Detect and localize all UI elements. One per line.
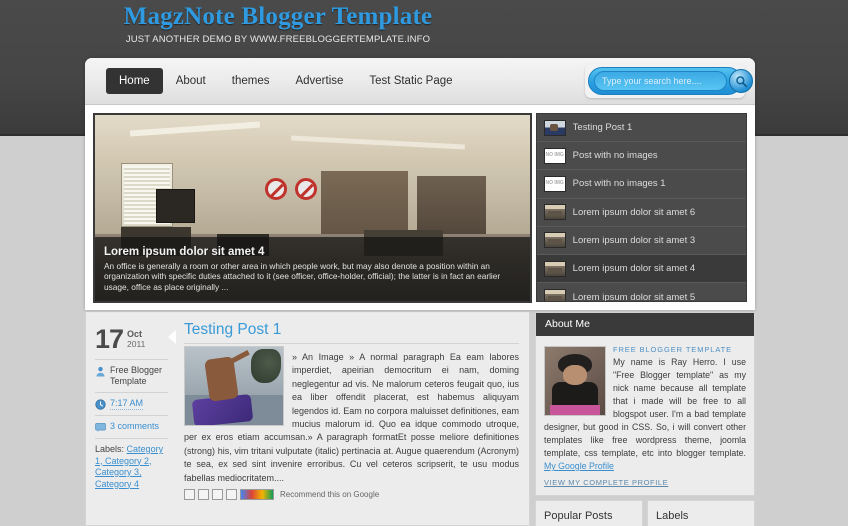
slider-item-1[interactable]: NO IMG Post with no images	[536, 142, 746, 171]
post-article: 17 Oct 2011 Free Blogger Template 7:17 A…	[85, 312, 530, 526]
post-labels: Labels: Category 1, Category 2, Category…	[95, 439, 168, 490]
labels-prefix: Labels:	[95, 444, 125, 454]
slider-item-2[interactable]: NO IMG Post with no images 1	[536, 170, 746, 199]
comment-icon	[95, 423, 106, 433]
clock-icon	[95, 399, 106, 410]
facebook-share-icon[interactable]	[226, 489, 237, 501]
featured-excerpt: An office is generally a room or other a…	[104, 260, 501, 292]
post-year: 2011	[127, 339, 146, 349]
slider-thumbnail	[543, 232, 566, 249]
slider-item-6[interactable]: Lorem ipsum dolor sit amet 5	[537, 283, 746, 302]
no-image-icon: NO IMG	[545, 152, 564, 159]
slider-thumbnail	[543, 289, 566, 301]
slider-thumbnail	[543, 119, 566, 136]
search-input[interactable]	[594, 71, 727, 91]
search-box	[585, 64, 753, 98]
nav-item-advertise[interactable]: Advertise	[282, 68, 356, 94]
post-comments-row: 3 comments	[95, 416, 168, 439]
post-title[interactable]: Testing Post 1	[184, 320, 519, 344]
popular-posts-heading: Popular Posts	[544, 509, 634, 526]
content-area: 17 Oct 2011 Free Blogger Template 7:17 A…	[85, 312, 755, 526]
twitter-share-icon[interactable]	[212, 489, 223, 501]
slider-item-label: Post with no images 1	[572, 178, 666, 190]
post-date-badge: 17 Oct 2011	[95, 326, 168, 360]
about-me-heading: About Me	[536, 313, 754, 336]
post-share-row: Recommend this on Google	[184, 485, 519, 501]
post-thumbnail-image	[184, 346, 284, 426]
nav-item-about[interactable]: About	[163, 68, 219, 94]
post-month-year: Oct 2011	[127, 326, 145, 349]
site-branding: MagzNote Blogger Template JUST ANOTHER D…	[88, 2, 468, 46]
post-time-row: 7:17 AM	[95, 393, 168, 416]
slider-thumbnail-placeholder: NO IMG	[543, 147, 566, 164]
search-inner	[588, 67, 753, 95]
no-image-icon: NO IMG	[545, 180, 564, 187]
slider-item-label: Post with no images	[572, 150, 658, 162]
slider-item-0[interactable]: Testing Post 1	[536, 114, 746, 143]
nav-item-home[interactable]: Home	[106, 68, 163, 94]
site-title: MagzNote Blogger Template	[123, 3, 433, 30]
slider-item-list: Testing Post 1 NO IMG Post with no image…	[535, 113, 747, 302]
post-day: 17	[95, 324, 124, 354]
blog-share-icon[interactable]	[198, 489, 209, 501]
slider-item-5-active[interactable]: Lorem ipsum dolor sit amet 4	[536, 254, 746, 284]
post-body: Testing Post 1 » An Image » A normal par…	[168, 320, 529, 525]
about-me-widget: About Me FREE BLOGGER TEMPLATE My name i…	[535, 312, 755, 496]
slider-thumbnail	[543, 260, 566, 277]
search-button[interactable]	[729, 69, 753, 93]
site-description: JUST ANOTHER DEMO BY WWW.FREEBLOGGERTEMP…	[125, 34, 431, 45]
post-author-row: Free Blogger Template	[95, 360, 168, 393]
about-me-body: FREE BLOGGER TEMPLATE My name is Ray Her…	[536, 336, 754, 495]
slider-item-label: Lorem ipsum dolor sit amet 5	[572, 291, 696, 302]
slider-item-label: Lorem ipsum dolor sit amet 4	[572, 263, 696, 275]
slider-item-label: Lorem ipsum dolor sit amet 6	[572, 206, 696, 218]
search-icon	[735, 75, 747, 87]
sidebar: About Me FREE BLOGGER TEMPLATE My name i…	[535, 312, 755, 526]
featured-caption: Lorem ipsum dolor sit amet 4 An office i…	[95, 236, 530, 301]
slider-item-label: Testing Post 1	[572, 122, 633, 134]
featured-slide[interactable]: Lorem ipsum dolor sit amet 4 An office i…	[93, 113, 532, 303]
google-plus-icon[interactable]	[240, 489, 274, 501]
nav-item-test-static-page[interactable]: Test Static Page	[356, 68, 465, 94]
featured-title: Lorem ipsum dolor sit amet 4	[104, 245, 265, 258]
main-navigation: Home About themes Advertise Test Static …	[85, 58, 755, 105]
post-time[interactable]: 7:17 AM	[110, 398, 144, 410]
email-share-icon[interactable]	[184, 489, 195, 501]
user-icon	[96, 366, 105, 377]
post-author: Free Blogger Template	[110, 365, 163, 386]
post-comment-count[interactable]: 3 comments	[110, 421, 159, 432]
popular-posts-widget: Popular Posts Testing	[535, 500, 643, 526]
view-complete-profile-link[interactable]: VIEW MY COMPLETE PROFILE	[544, 473, 746, 487]
nav-item-themes[interactable]: themes	[219, 68, 283, 94]
post-pointer	[168, 330, 176, 344]
slider-thumbnail-placeholder: NO IMG	[543, 175, 566, 192]
page-shell: Home About themes Advertise Test Static …	[85, 58, 755, 310]
nav-menu: Home About themes Advertise Test Static …	[106, 68, 466, 94]
labels-widget: Labels Category 1 (7)	[647, 500, 755, 526]
avatar	[544, 346, 606, 416]
slider-item-4[interactable]: Lorem ipsum dolor sit amet 3	[536, 227, 746, 255]
post-meta-column: 17 Oct 2011 Free Blogger Template 7:17 A…	[86, 320, 176, 525]
bottom-widgets: Popular Posts Testing Labels Category 1 …	[535, 500, 755, 526]
featured-slider: Lorem ipsum dolor sit amet 4 An office i…	[85, 105, 755, 310]
slider-thumbnail	[543, 204, 566, 221]
post-month: Oct	[127, 329, 143, 339]
slider-item-3[interactable]: Lorem ipsum dolor sit amet 6	[536, 199, 746, 227]
slider-item-label: Lorem ipsum dolor sit amet 3	[572, 234, 696, 246]
share-label: Recommend this on Google	[280, 490, 380, 500]
google-profile-link[interactable]: My Google Profile	[544, 461, 614, 471]
labels-heading: Labels	[656, 509, 746, 526]
